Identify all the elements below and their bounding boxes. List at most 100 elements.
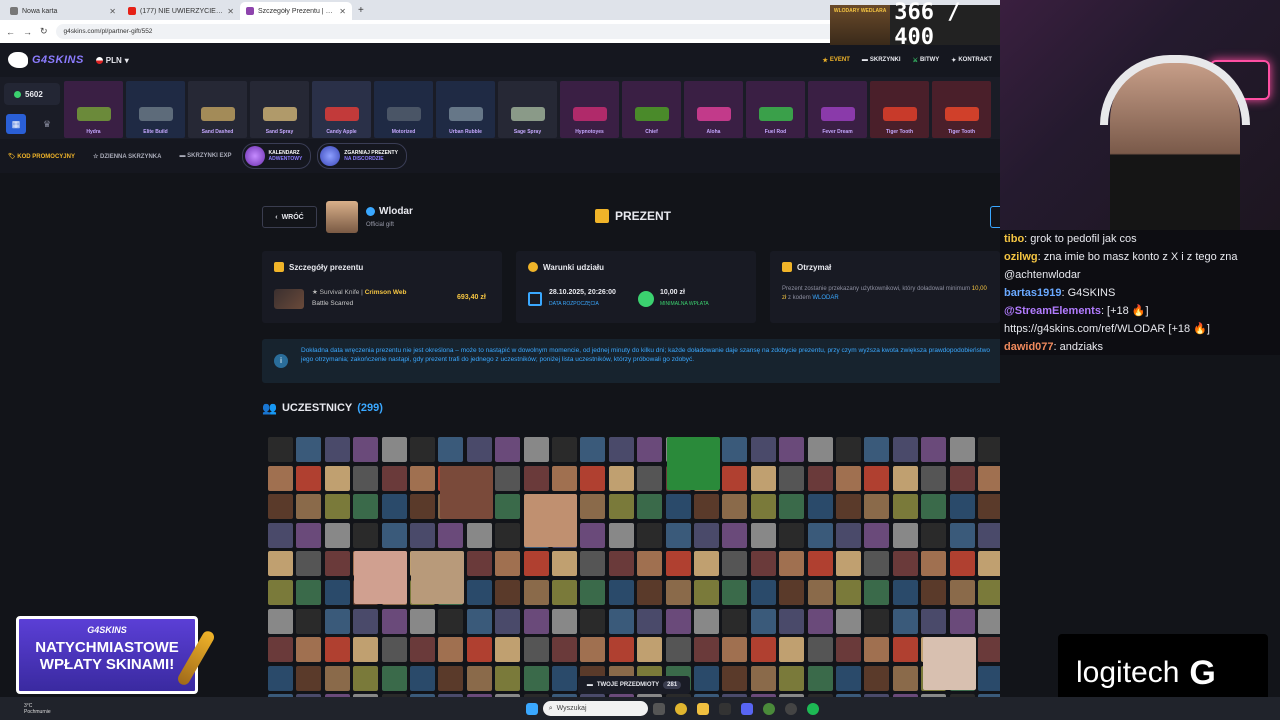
your-items-button[interactable]: ▬ TWOJE PRZEDMIOTY 281 [578,676,690,694]
participant-avatar[interactable] [694,580,719,605]
participant-avatar[interactable] [637,522,663,548]
participant-avatar[interactable] [750,522,776,548]
participant-avatar[interactable] [466,522,492,548]
participant-avatar[interactable] [410,437,435,462]
participant-avatar[interactable] [552,608,577,634]
drop-item[interactable]: Aloha [684,81,743,138]
participant-avatar[interactable] [722,665,748,691]
discord-icon[interactable] [740,702,753,715]
participant-avatar[interactable] [296,665,322,691]
participant-avatar[interactable] [296,437,322,462]
drop-item[interactable]: Sand Spray [250,81,309,138]
participant-avatar[interactable] [296,465,322,491]
participant-avatar[interactable] [324,580,350,605]
discord-gifts-button[interactable]: ZGARNIAJ PREZENTY NA DISCORDZIE [317,143,407,169]
forward-arrow-icon[interactable]: → [23,27,32,37]
participant-avatar[interactable] [324,551,350,577]
participant-avatar[interactable] [864,437,890,462]
participant-avatar[interactable] [779,465,805,491]
grid-view-icon[interactable]: ▦ [6,114,26,134]
participant-avatar[interactable] [722,608,748,634]
participant-avatar[interactable] [665,522,691,548]
participant-avatar[interactable] [353,665,379,691]
participant-avatar[interactable] [495,637,521,663]
participant-avatar[interactable] [268,437,293,462]
participant-avatar[interactable] [750,437,776,462]
participant-avatar[interactable] [438,608,464,634]
close-icon[interactable]: ✕ [109,7,116,16]
participant-avatar[interactable] [268,494,293,520]
participant-avatar[interactable] [750,551,776,577]
participant-avatar[interactable] [949,494,975,520]
participant-avatar[interactable] [466,437,492,462]
participant-avatar-large[interactable] [524,494,577,547]
participant-avatar[interactable] [750,494,776,520]
participant-avatar[interactable] [722,580,748,605]
participant-avatar[interactable] [296,551,322,577]
participant-avatar[interactable] [353,522,379,548]
participant-avatar[interactable] [608,608,634,634]
drop-item[interactable]: Tiger Tooth [870,81,929,138]
participant-avatar[interactable] [552,551,577,577]
participant-avatar[interactable] [921,522,947,548]
participant-avatar[interactable] [495,580,521,605]
side-button[interactable] [990,206,1000,228]
participant-avatar[interactable] [864,522,890,548]
obs-icon[interactable] [784,702,797,715]
drop-item[interactable]: Sage Spray [498,81,557,138]
participant-avatar[interactable] [750,665,776,691]
participant-avatar[interactable] [665,494,691,520]
participant-avatar[interactable] [552,665,577,691]
participant-avatar[interactable] [807,522,833,548]
participant-avatar[interactable] [353,494,379,520]
participant-avatar[interactable] [495,522,521,548]
participant-avatar[interactable] [580,580,606,605]
participant-avatar[interactable] [892,551,918,577]
participant-avatar[interactable] [836,494,861,520]
participant-avatar[interactable] [864,580,890,605]
participant-avatar[interactable] [722,637,748,663]
participant-avatar[interactable] [836,608,861,634]
participant-avatar[interactable] [864,637,890,663]
participant-avatar[interactable] [836,665,861,691]
participant-avatar[interactable] [637,551,663,577]
participant-avatar[interactable] [864,608,890,634]
drop-item[interactable]: Sand Dashed [188,81,247,138]
participant-avatar[interactable] [410,665,435,691]
participant-avatar[interactable] [268,608,293,634]
explorer-icon[interactable] [696,702,709,715]
participant-avatar[interactable] [779,551,805,577]
tab-youtube[interactable]: (177) NIE UWIERZYCIE ZA ILE T... ✕ [122,2,240,20]
participant-avatar[interactable] [750,637,776,663]
participant-avatar[interactable] [495,665,521,691]
participant-avatar[interactable] [864,551,890,577]
participant-avatar[interactable] [523,465,549,491]
drop-item[interactable]: Urban Rubble [436,81,495,138]
participant-avatar[interactable] [949,551,975,577]
weather-widget[interactable]: 3°C Pochmurnie [0,703,51,715]
drop-item[interactable]: Hydra [64,81,123,138]
taskbar-search[interactable]: ⌕ Wyszukaj [542,701,648,716]
drop-item[interactable]: Tiger Tooth [932,81,991,138]
participant-avatar[interactable] [864,465,890,491]
participant-avatar[interactable] [381,665,407,691]
participant-avatar[interactable] [921,551,947,577]
nav-cases[interactable]: ▬ SKRZYNKI [862,57,901,64]
currency-select[interactable]: PLN ▾ [95,56,129,65]
nav-battles[interactable]: ⚔ BITWY [913,57,940,64]
participant-avatar[interactable] [665,580,691,605]
participant-avatar[interactable] [268,551,293,577]
participant-avatar[interactable] [438,437,464,462]
participant-avatar[interactable] [750,608,776,634]
participant-avatar[interactable] [296,608,322,634]
crown-icon[interactable]: ♛ [37,114,57,134]
participant-avatar[interactable] [665,551,691,577]
participant-avatar[interactable] [466,637,492,663]
participant-avatar[interactable] [523,437,549,462]
reload-icon[interactable]: ↻ [40,26,48,37]
participant-avatar[interactable] [353,437,379,462]
participant-avatar[interactable] [580,494,606,520]
participant-avatar[interactable] [779,437,805,462]
participant-avatar[interactable] [722,551,748,577]
drop-item[interactable]: Fever Dream [808,81,867,138]
